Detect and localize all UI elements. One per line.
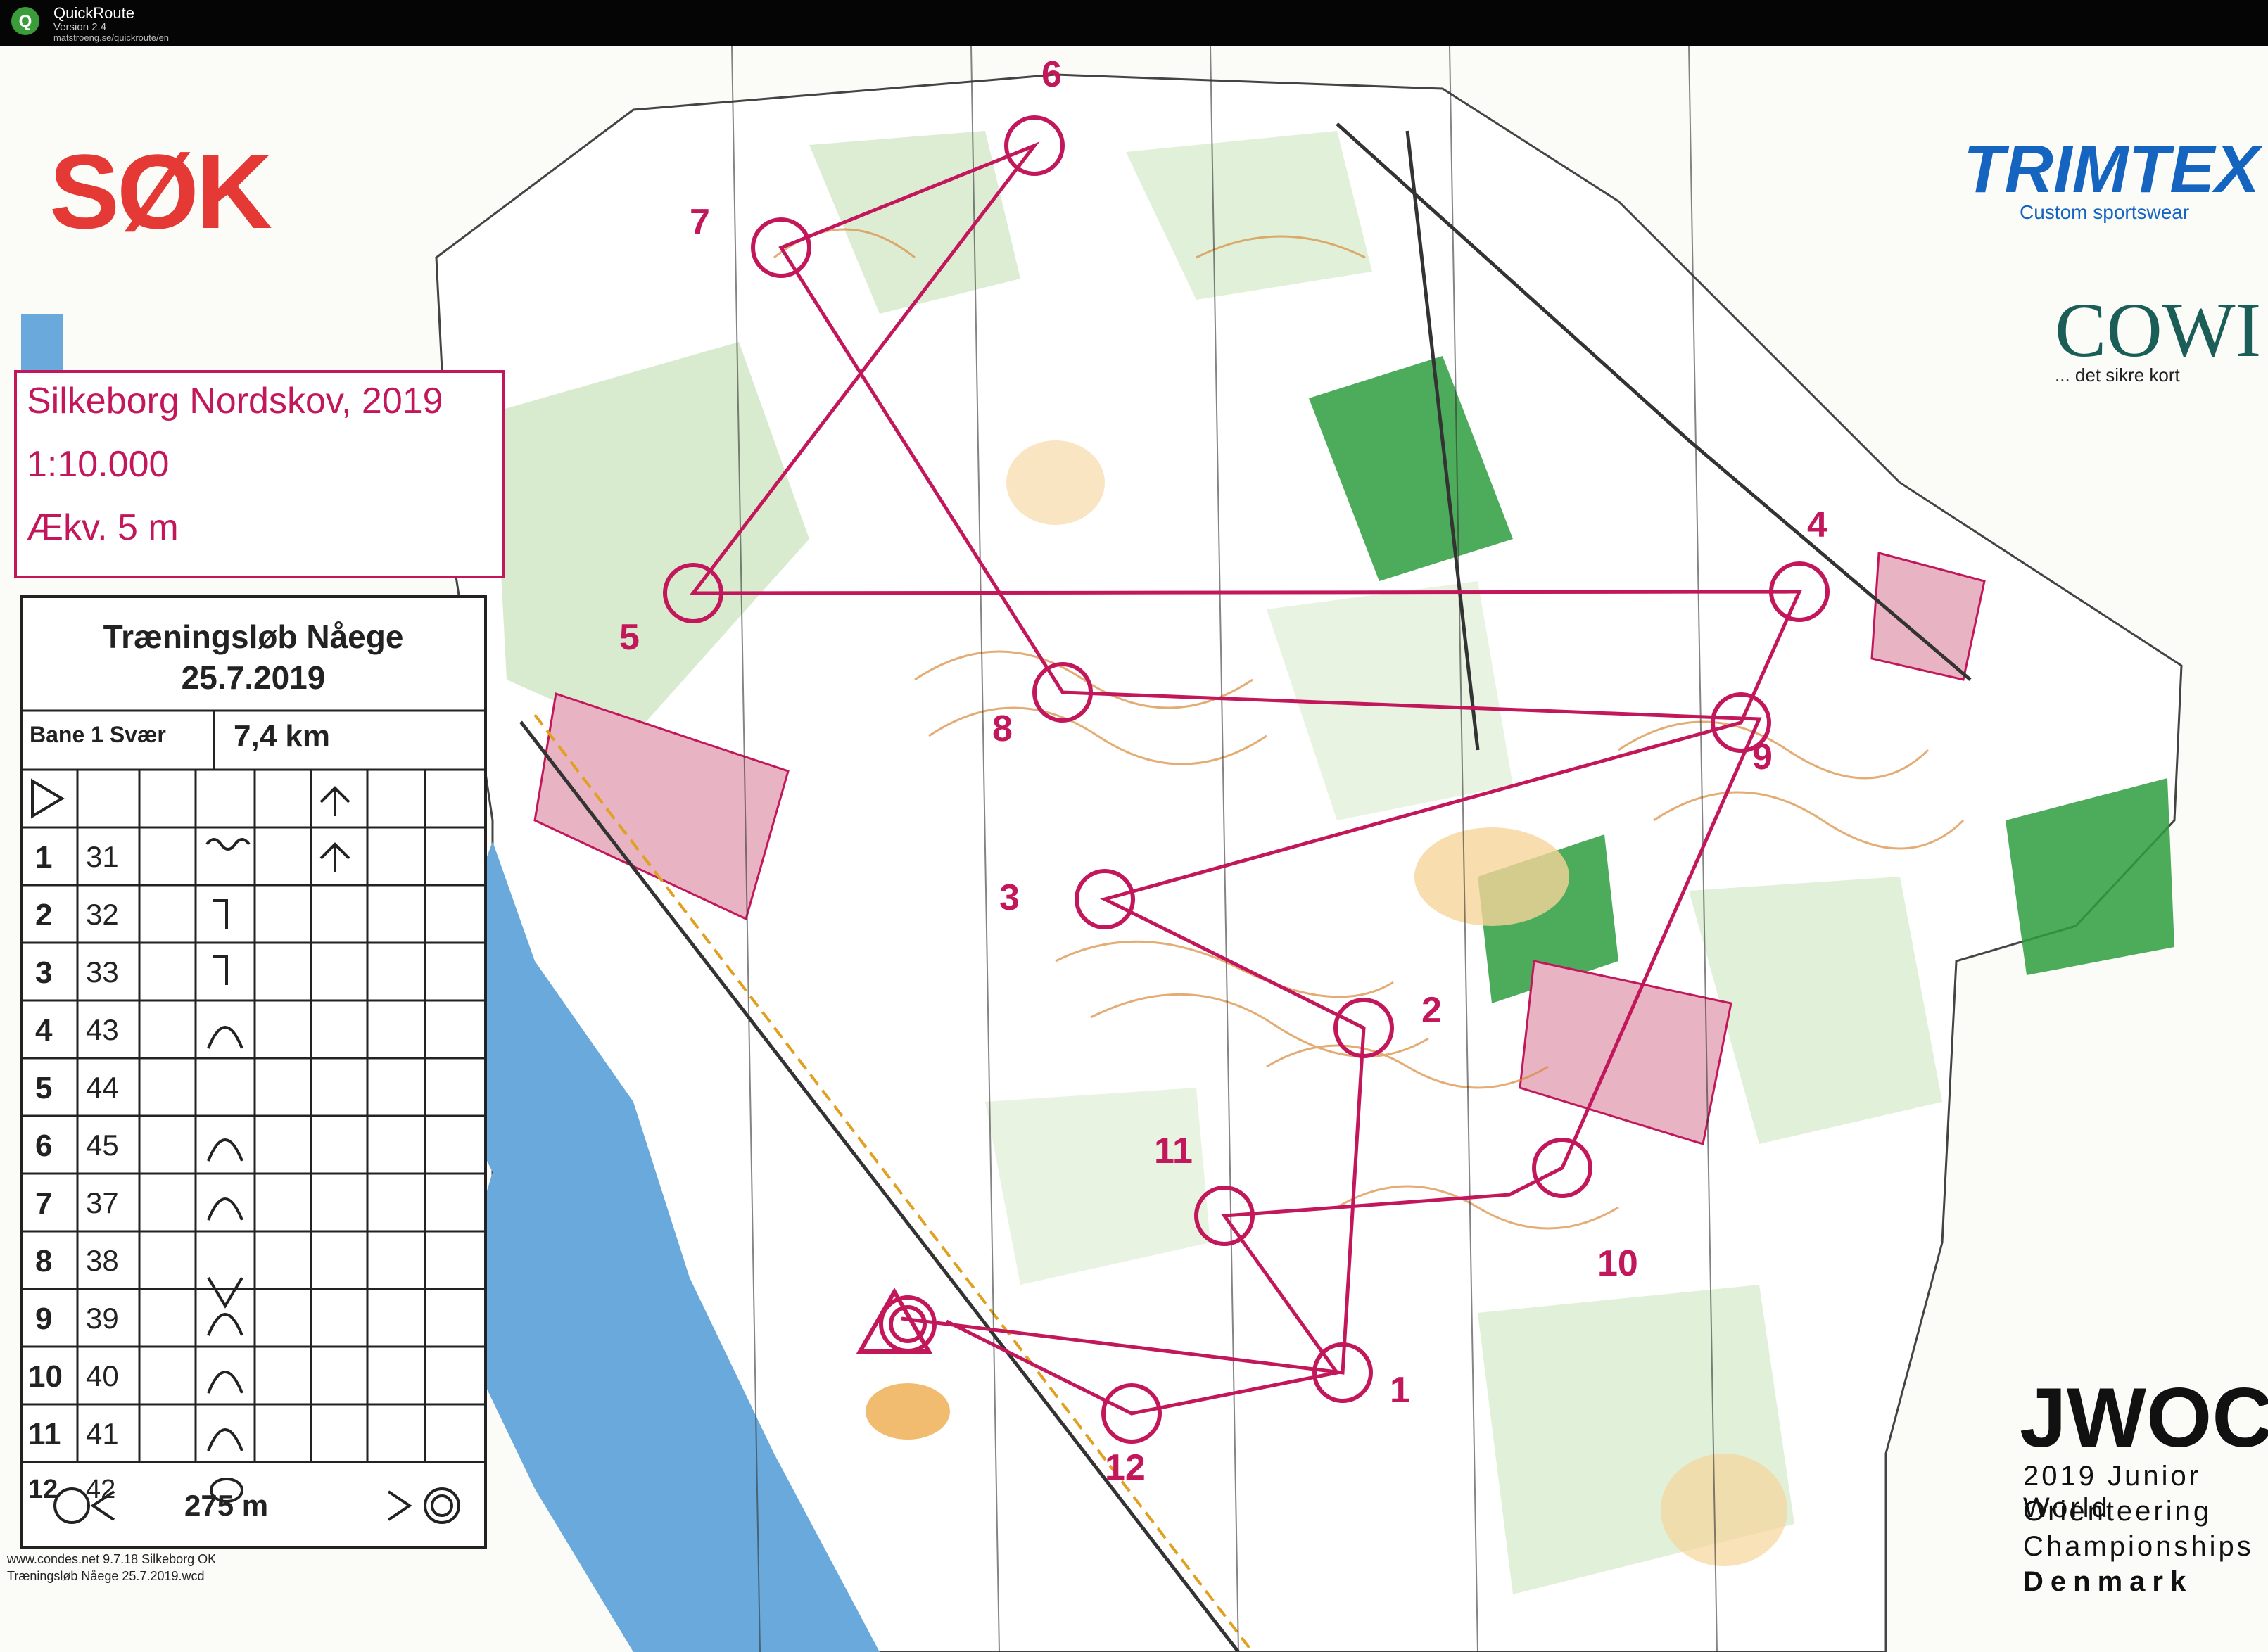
footer-line-2: Træningsløb Nåege 25.7.2019.wcd [7, 1569, 205, 1583]
row-num-4: 4 [35, 1013, 53, 1048]
control-label-9: 9 [1752, 737, 1773, 777]
control-label-12: 12 [1105, 1447, 1146, 1488]
app-title: QuickRoute [53, 4, 134, 22]
course-length: 7,4 km [234, 719, 330, 754]
control-label-8: 8 [992, 709, 1013, 749]
control-label-7: 7 [690, 202, 710, 243]
row-code-7: 37 [86, 1186, 119, 1219]
control-label-6: 6 [1041, 54, 1062, 95]
row-num-3: 3 [35, 955, 53, 990]
app-version: Version 2.4 [53, 21, 107, 33]
jwoc-line-4: Denmark [2023, 1566, 2193, 1597]
row-num-9: 9 [35, 1302, 53, 1336]
finish-distance: 275 m [184, 1489, 269, 1522]
row-num-6: 6 [35, 1129, 53, 1163]
row-num-7: 7 [35, 1186, 53, 1221]
footer-line-1: www.condes.net 9.7.18 Silkeborg OK [7, 1552, 217, 1566]
row-code-12: 42 [86, 1475, 116, 1504]
trimtex-logo: TRIMTEX [1963, 132, 2260, 207]
row-code-9: 39 [86, 1302, 119, 1335]
row-code-11: 41 [86, 1417, 119, 1450]
row-code-2: 32 [86, 898, 119, 931]
control-label-3: 3 [999, 877, 1020, 918]
svg-text:Q: Q [19, 12, 32, 31]
jwoc-line-2: Orienteering [2023, 1496, 2212, 1527]
map-contour-interval: Ækv. 5 m [27, 507, 179, 548]
row-code-6: 45 [86, 1129, 119, 1162]
orienteering-map[interactable]: 1 2 3 4 5 6 7 8 9 10 11 12 SØK TRIMTEX C… [0, 46, 2268, 1652]
row-code-4: 43 [86, 1013, 119, 1046]
jwoc-line-3: Championships [2023, 1531, 2254, 1562]
row-num-10: 10 [28, 1359, 63, 1394]
row-code-3: 33 [86, 955, 119, 989]
club-logo: SØK [49, 132, 272, 250]
window-titlebar: Q QuickRoute Version 2.4 matstroeng.se/q… [0, 0, 2268, 46]
jwoc-logo: JWOC [2020, 1371, 2268, 1465]
map-info-box: Silkeborg Nordskov, 2019 1:10.000 Ækv. 5… [14, 370, 505, 578]
row-num-11: 11 [28, 1417, 61, 1451]
control-label-11: 11 [1154, 1131, 1193, 1171]
row-num-1: 1 [35, 840, 53, 875]
trimtex-tagline: Custom sportswear [2020, 201, 2190, 223]
row-code-1: 31 [86, 840, 119, 873]
quickroute-icon: Q [11, 7, 39, 35]
row-code-8: 38 [86, 1244, 119, 1277]
control-label-10: 10 [1597, 1243, 1638, 1284]
control-label-2: 2 [1421, 990, 1442, 1031]
control-label-4: 4 [1807, 504, 1827, 545]
row-num-2: 2 [35, 898, 53, 932]
cowi-logo: COWI [2055, 287, 2262, 373]
control-label-1: 1 [1390, 1370, 1410, 1411]
cowi-tagline: ... det sikre kort [2055, 364, 2180, 386]
map-scale: 1:10.000 [27, 444, 170, 485]
row-num-8: 8 [35, 1244, 53, 1278]
app-url: matstroeng.se/quickroute/en [53, 32, 170, 43]
course-name: Bane 1 Svær [30, 722, 166, 747]
row-code-5: 44 [86, 1071, 119, 1104]
row-code-10: 40 [86, 1359, 119, 1392]
control-description-sheet: Træningsløb Nåege 25.7.2019 Bane 1 Svær … [20, 595, 487, 1549]
map-name: Silkeborg Nordskov, 2019 [27, 381, 443, 421]
control-label-5: 5 [619, 617, 640, 658]
row-num-5: 5 [35, 1071, 53, 1105]
row-num-12: 12 [28, 1475, 58, 1504]
